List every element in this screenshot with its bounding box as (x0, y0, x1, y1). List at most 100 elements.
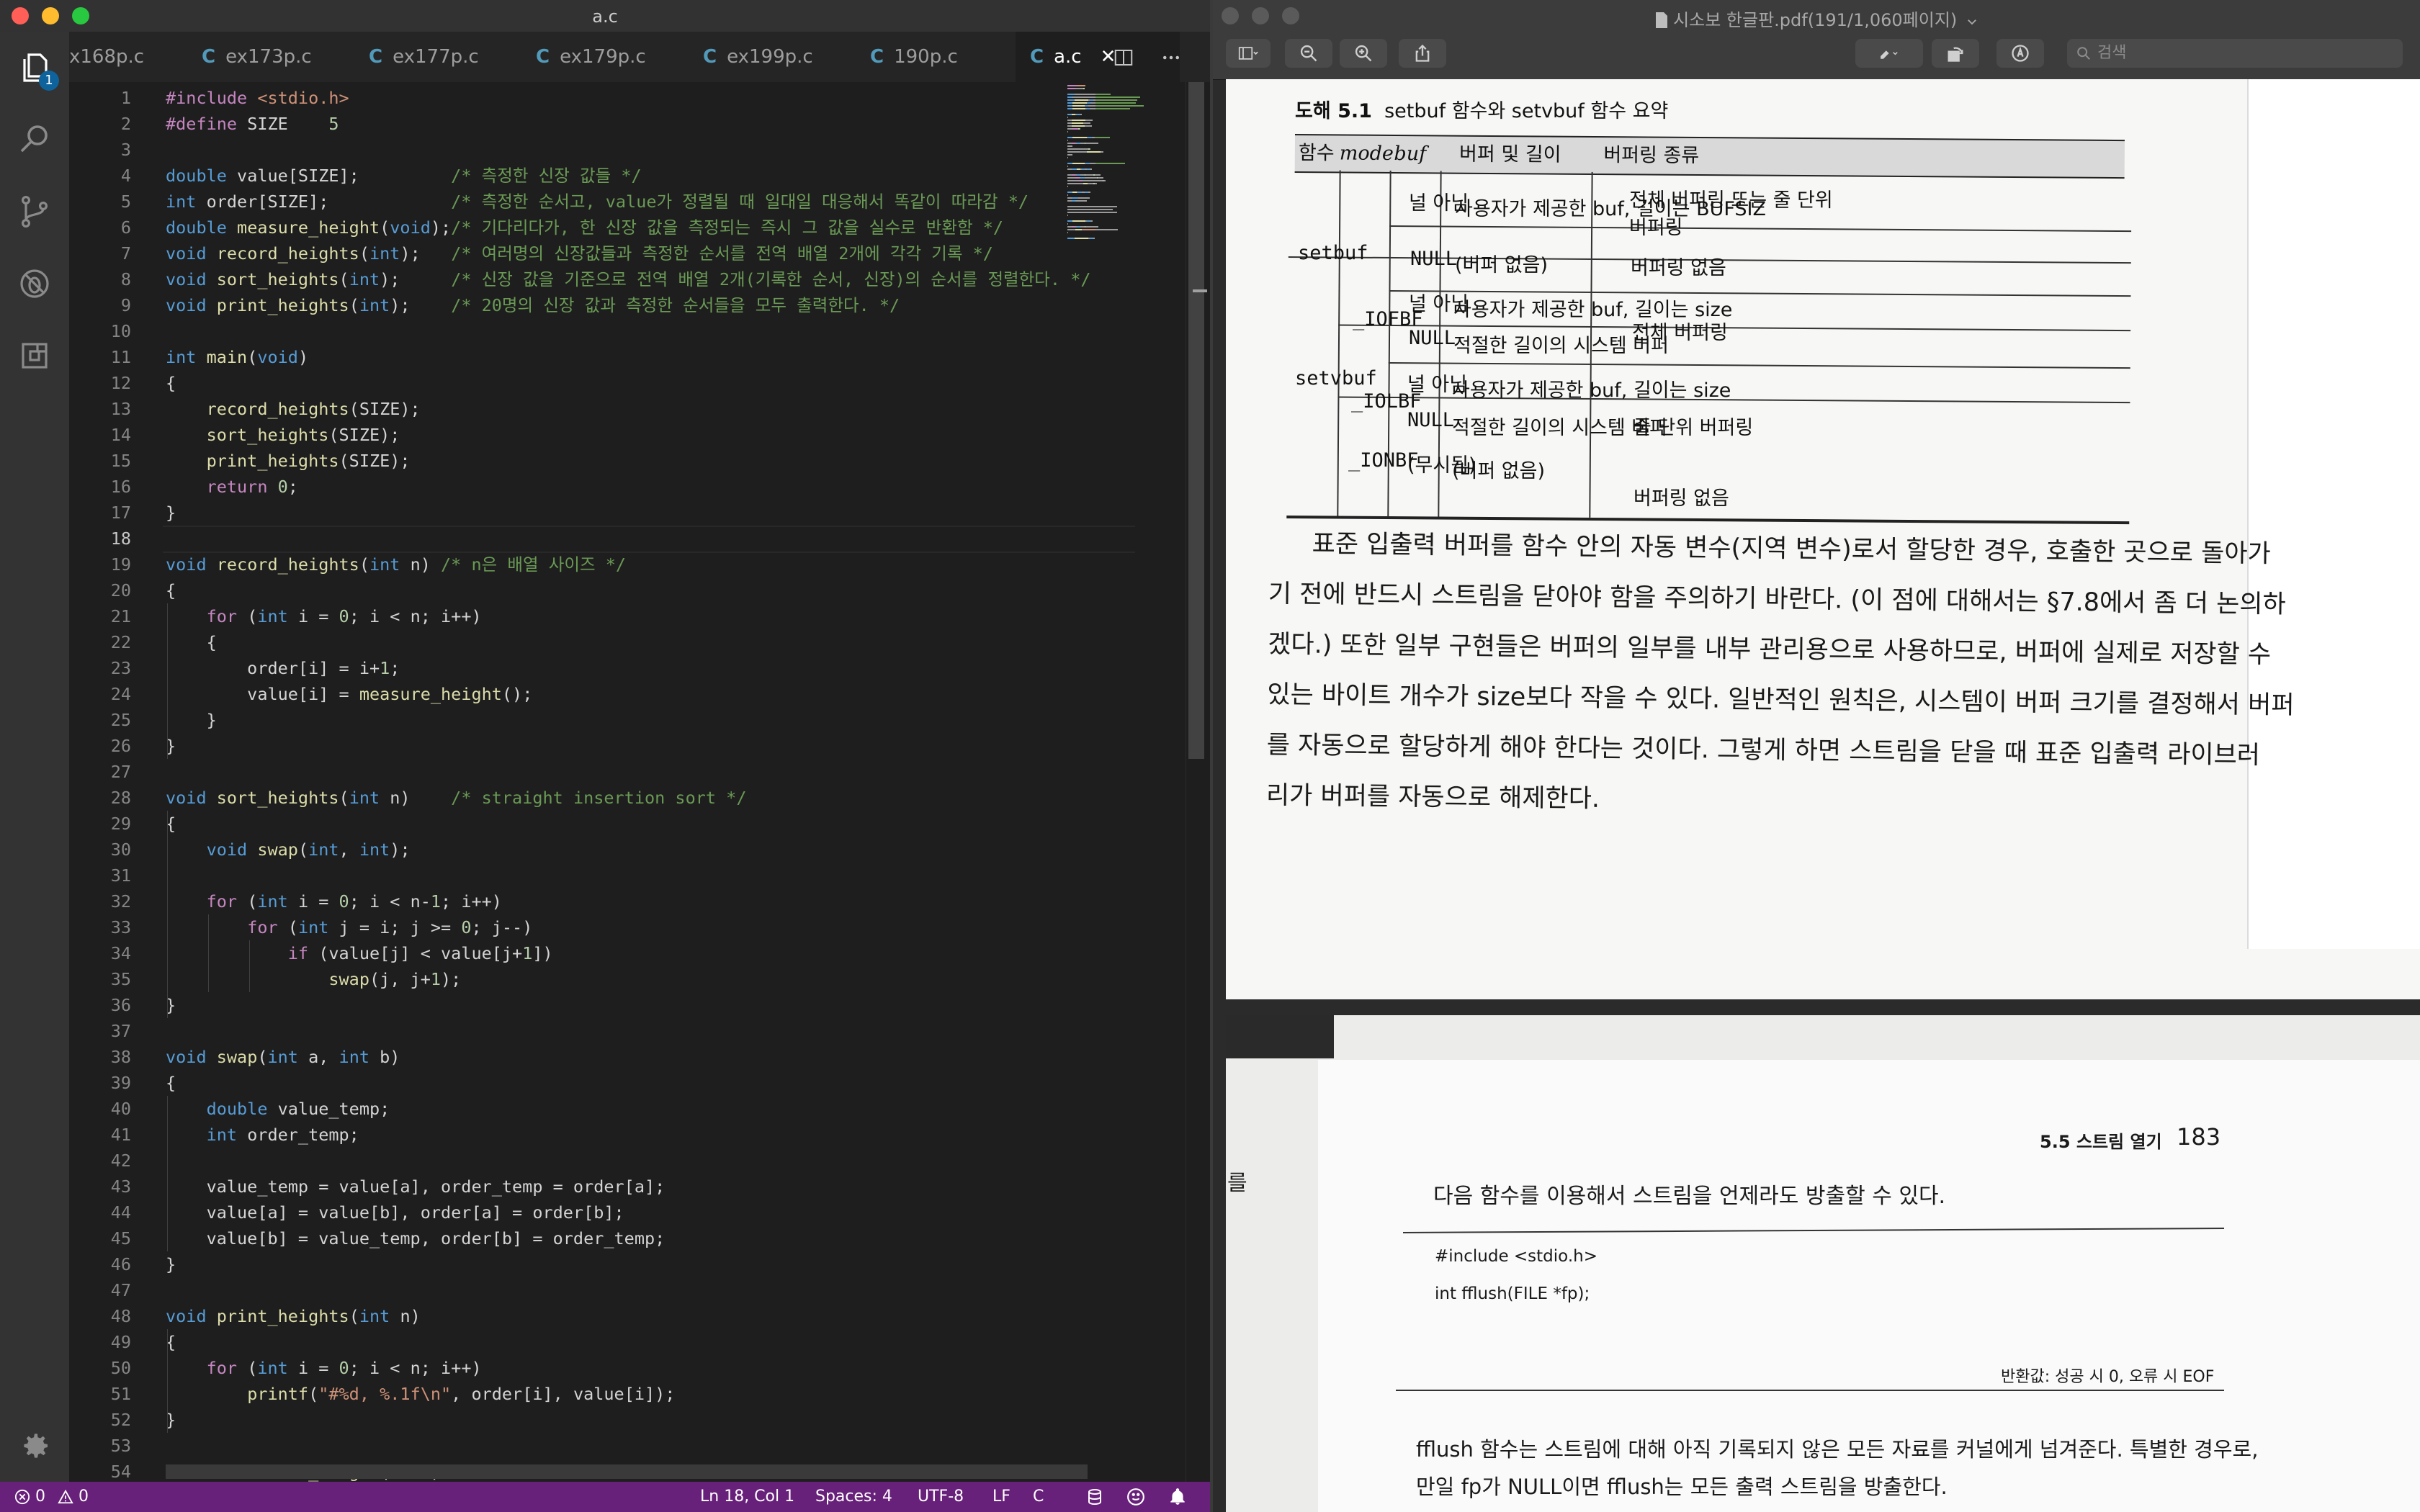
code-line[interactable]: 16 return 0; (69, 474, 1063, 500)
tab-a-c[interactable]: C a.c ✕ (1016, 32, 1180, 82)
notifications-button[interactable] (1168, 1482, 1187, 1512)
code-line[interactable]: 31 (69, 863, 1063, 888)
code-line[interactable]: 43 value_temp = value[a], order_temp = o… (69, 1174, 1063, 1200)
code-line[interactable]: 12 { (69, 370, 1063, 396)
explorer-button[interactable]: 1 (16, 49, 59, 91)
code-line[interactable]: 22 { (69, 629, 1063, 655)
code-line[interactable]: 5 int order[SIZE]; /* 측정한 순서고, value가 정렬될… (69, 189, 1063, 215)
code-line[interactable]: 24 value[i] = measure_height(); (69, 681, 1063, 707)
code-editor[interactable]: 1 #include <stdio.h> 2 #define SIZE 5 3 4 doub… (69, 82, 1210, 1482)
line-number: 41 (110, 1125, 131, 1145)
code-line[interactable]: 41 int order_temp; (69, 1122, 1063, 1148)
extensions-button[interactable] (16, 337, 53, 374)
more-actions-button[interactable] (1157, 43, 1186, 72)
debug-button[interactable] (16, 265, 53, 302)
tab-ex179p[interactable]: C ex179p.c (536, 32, 697, 82)
page-edge-shadow (2247, 79, 2420, 949)
code-line[interactable]: 1 #include <stdio.h> (69, 85, 1063, 111)
code-line[interactable]: 51 printf("#%d, %.1f\n", order[i], value… (69, 1381, 1063, 1407)
code-line[interactable]: 47 (69, 1277, 1063, 1303)
line-source: double measure_height(void);/* 기다리다가, 한 … (166, 215, 1003, 240)
sidebar-toggle-button[interactable] (1226, 39, 1270, 68)
code-line[interactable]: 13 record_heights(SIZE); (69, 396, 1063, 422)
code-line[interactable]: 10 (69, 318, 1063, 344)
cursor-position[interactable]: Ln 18, Col 1 (700, 1482, 794, 1512)
search-button[interactable] (16, 121, 53, 158)
code-line[interactable]: 50 for (int i = 0; i < n; i++) (69, 1355, 1063, 1381)
tab-ex199p[interactable]: C ex199p.c (703, 32, 864, 82)
code-line[interactable]: 14 sort_heights(SIZE); (69, 422, 1063, 448)
code-token: ( (247, 891, 258, 912)
code-line[interactable]: 27 (69, 759, 1063, 785)
tab-ex177p[interactable]: C ex177p.c (369, 32, 530, 82)
database-button[interactable] (1086, 1482, 1103, 1512)
code-line[interactable]: 40 double value_temp; (69, 1096, 1063, 1122)
rotate-button[interactable] (1932, 39, 1979, 68)
highlight-button[interactable] (1855, 39, 1923, 68)
tab-190p[interactable]: C 190p.c (870, 32, 1014, 82)
language-mode[interactable]: C (1033, 1482, 1044, 1512)
line-ending[interactable]: LF (992, 1482, 1010, 1512)
split-editor-button[interactable] (1109, 43, 1138, 72)
code-line[interactable]: 52} (69, 1407, 1063, 1433)
code-line[interactable]: 4 double value[SIZE]; /* 측정한 신장 값들 */ (69, 163, 1063, 189)
code-line[interactable]: 28 void sort_heights(int n) /* straight i… (69, 785, 1063, 811)
tab-ex173p[interactable]: C ex173p.c (202, 32, 363, 82)
code-token: (j, j+ (369, 969, 431, 989)
code-line[interactable]: 42 (69, 1148, 1063, 1174)
code-line[interactable]: 20 { (69, 577, 1063, 603)
code-line[interactable]: 34 if (value[j] < value[j+1]) (69, 940, 1063, 966)
code-line[interactable]: 17} (69, 500, 1063, 526)
horizontal-scrollbar-thumb[interactable] (166, 1464, 1088, 1479)
code-line[interactable]: 39 { (69, 1070, 1063, 1096)
source-control-button[interactable] (16, 193, 53, 230)
code-line[interactable]: 8 void sort_heights(int); /* 신장 값을 기준으로 전… (69, 266, 1091, 292)
zoom-in-button[interactable] (1340, 39, 1387, 68)
code-line[interactable]: 9 void print_heights(int); /* 20명의 신장 값과 … (69, 292, 1063, 318)
code-line[interactable]: 45 value[b] = value_temp, order[b] = ord… (69, 1225, 1063, 1251)
code-line[interactable]: 3 (69, 137, 1063, 163)
problems-indicator[interactable]: 0 0 (14, 1482, 89, 1512)
code-token: /* 측정한 신장 값들 */ (451, 166, 642, 186)
code-line[interactable]: 7 void record_heights(int); /* 여러명의 신장값들과… (69, 240, 1063, 266)
code-token: int (359, 840, 390, 860)
tab-x168p[interactable]: x168p.c (69, 32, 199, 82)
code-line[interactable]: 53 (69, 1433, 1063, 1459)
code-line[interactable]: 29{ (69, 811, 1063, 837)
encoding[interactable]: UTF-8 (918, 1482, 964, 1512)
code-line[interactable]: 36} (69, 992, 1063, 1018)
code-line[interactable]: 37 (69, 1018, 1063, 1044)
minimap-token (1067, 177, 1076, 179)
code-line[interactable]: 11 int main(void) (69, 344, 1063, 370)
code-line[interactable]: 48 void print_heights(int n) (69, 1303, 1063, 1329)
zoom-out-button[interactable] (1285, 39, 1332, 68)
manage-button[interactable] (16, 1427, 53, 1464)
minimap[interactable] (1062, 82, 1186, 269)
code-line[interactable]: 38 void swap(int a, int b) (69, 1044, 1063, 1070)
indentation[interactable]: Spaces: 4 (815, 1482, 892, 1512)
code-line[interactable]: 46} (69, 1251, 1063, 1277)
code-line[interactable]: 19 void record_heights(int n) /* n은 배열 사이… (69, 552, 1063, 577)
minimap-token (1067, 215, 1069, 216)
code-line[interactable]: 33 for (int j = i; j >= 0; j--) (69, 914, 1063, 940)
search-field[interactable]: 검색 (2067, 39, 2403, 68)
code-line[interactable]: 26} (69, 733, 1063, 759)
code-line[interactable]: 35 swap(j, j+1); (69, 966, 1063, 992)
code-line[interactable]: 15 print_heights(SIZE); (69, 448, 1063, 474)
code-line[interactable]: 32 for (int i = 0; i < n-1; i++) (69, 888, 1063, 914)
code-line[interactable]: 44 value[a] = value[b], order[a] = order… (69, 1200, 1063, 1225)
code-line[interactable]: 23 order[i] = i+1; (69, 655, 1063, 681)
document-title[interactable]: 시소보 한글판.pdf(191/1,060페이지) (1213, 6, 2420, 31)
code-line[interactable]: 6 double measure_height(void);/* 기다리다가, 한… (69, 215, 1063, 240)
markup-button[interactable] (1996, 39, 2044, 68)
code-line[interactable]: 2 #define SIZE 5 (69, 111, 1063, 137)
code-line[interactable]: 18 (69, 526, 1135, 553)
code-line[interactable]: 30 void swap(int, int); (69, 837, 1063, 863)
code-line[interactable]: 25 } (69, 707, 1063, 733)
code-line[interactable]: 49{ (69, 1329, 1063, 1355)
code-line[interactable]: 21 for (int i = 0; i < n; i++) (69, 603, 1063, 629)
feedback-button[interactable] (1126, 1482, 1145, 1512)
vertical-scrollbar-thumb[interactable] (1188, 82, 1204, 759)
share-button[interactable] (1399, 39, 1446, 68)
code-token: ; i < n- (349, 891, 431, 912)
